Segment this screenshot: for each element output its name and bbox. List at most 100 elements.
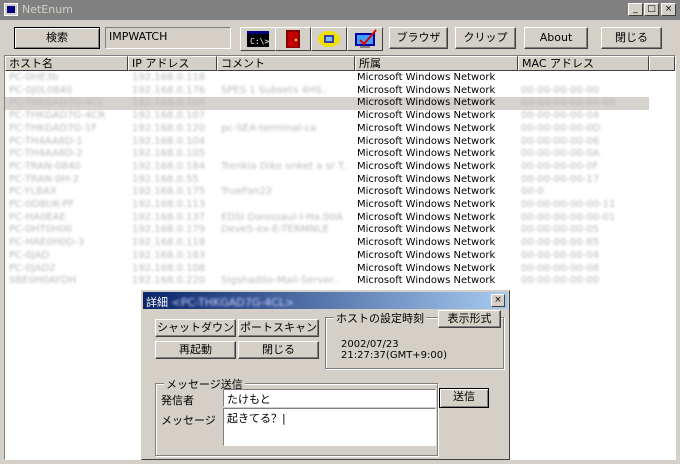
cell-ip: 192.168.0.220 bbox=[132, 275, 206, 287]
cell-ip: 192.168.0.183 bbox=[132, 249, 206, 261]
host-list-header: ホスト名 IP アドレス コメント 所属 MAC アドレス bbox=[5, 56, 675, 71]
cell-mac: 00-00-00-00-0F bbox=[521, 160, 599, 172]
dialog-title: 詳細 bbox=[146, 296, 168, 309]
table-row[interactable]: PC-0J0L0840 192.168.0.176 SPES 1 Subsets 4… bbox=[5, 85, 649, 98]
table-row[interactable]: PC-0JAD 192.168.0.183 Microsoft Windows Ne… bbox=[5, 250, 649, 263]
col-ip[interactable]: IP アドレス bbox=[128, 56, 217, 71]
send-button[interactable]: 送信 bbox=[439, 388, 489, 408]
col-spacer bbox=[649, 56, 675, 71]
dialog-titlebar: 詳細 <PC-THKGAD7G-4CL> × bbox=[143, 292, 508, 309]
cell-host: PC-0HT0H00 bbox=[9, 224, 73, 236]
cell-mac: 00-00-00-00-05 bbox=[521, 224, 600, 236]
browser-button[interactable]: ブラウザ bbox=[389, 27, 448, 49]
table-row[interactable]: PC-TRAN-0840 192.168.0.184 Trenkla Diko on… bbox=[5, 161, 649, 174]
message-label: メッセージ bbox=[161, 414, 216, 427]
table-row[interactable]: PC-HA0EAE 192.168.0.137 EDSI Danissaul-I-H… bbox=[5, 212, 649, 225]
cell-host: PC-TH4AA8D-1 bbox=[9, 135, 83, 147]
cell-host: PC-0JAD2 bbox=[9, 262, 56, 274]
host-time-legend: ホストの設定時刻 bbox=[334, 310, 426, 326]
cell-host: PC-HA0EAE bbox=[9, 211, 66, 223]
col-workgroup[interactable]: 所属 bbox=[355, 56, 518, 71]
portscan-button[interactable]: ポートスキャン bbox=[238, 319, 319, 337]
table-row[interactable]: PC-THKGAD7G-4CR 192.168.0.107 Microsoft Wi… bbox=[5, 110, 649, 123]
table-row[interactable]: PC-YLBAX 192.168.0.175 TrueFan22 Microsoft … bbox=[5, 186, 649, 199]
table-row[interactable]: PC-0JAD2 192.168.0.108 Microsoft Windows N… bbox=[5, 263, 649, 276]
cell-ip: 192.168.0.55 bbox=[132, 173, 199, 185]
cell-workgroup: Microsoft Windows Network bbox=[357, 275, 496, 287]
window-titlebar: NetEnum _ □ × bbox=[0, 0, 680, 20]
cell-workgroup: Microsoft Windows Network bbox=[357, 122, 496, 134]
cell-ip: 192.168.0.105 bbox=[132, 148, 206, 160]
cell-mac: 00-00-00-00-04 bbox=[521, 249, 600, 261]
cell-ip: 192.168.0.120 bbox=[132, 122, 206, 134]
table-row[interactable]: PC-HAE0H0D-3 192.168.0.118 Microsoft Windo… bbox=[5, 237, 649, 250]
maximize-button[interactable]: □ bbox=[644, 3, 659, 16]
cell-host: PC-THKGAD7G-4CL bbox=[9, 97, 104, 109]
shutdown-button[interactable]: シャットダウン bbox=[155, 319, 236, 337]
monitor-check-icon[interactable] bbox=[347, 27, 383, 51]
cell-host: PC-0HE3b bbox=[9, 72, 59, 83]
sender-input[interactable]: たけもと bbox=[223, 389, 436, 407]
table-row[interactable]: PC-TRAN-0H-2 192.168.0.55 Microsoft Window… bbox=[5, 174, 649, 187]
cmd-prompt-icon[interactable]: C:\> bbox=[240, 27, 276, 51]
cell-comment: EDSI Danissaul-I-Ha.00A bbox=[221, 211, 343, 223]
door-exit-icon[interactable] bbox=[275, 27, 311, 51]
cell-ip: 192.168.0.107 bbox=[132, 110, 206, 122]
display-format-button[interactable]: 表示形式 bbox=[438, 310, 501, 328]
cell-ip: 192.168.0.118 bbox=[132, 237, 206, 249]
cell-ip: 192.168.0.106 bbox=[132, 97, 206, 109]
cell-ip: 192.168.0.118 bbox=[132, 72, 206, 83]
minimize-button[interactable]: _ bbox=[628, 3, 643, 16]
table-row[interactable]: PC-THKGAD7G-4CL 192.168.0.106 Microsoft Wi… bbox=[5, 97, 649, 111]
cell-comment: SPES 1 Subsets 4HS.. bbox=[221, 84, 329, 96]
table-row[interactable]: PC-THKGAD7G-1F 192.168.0.120 pc-SEA-termin… bbox=[5, 123, 649, 136]
table-row[interactable]: PC-TH4AA8D-2 192.168.0.105 Microsoft Windo… bbox=[5, 148, 649, 161]
clip-button[interactable]: クリップ bbox=[455, 27, 516, 49]
cell-host: PC-TRAN-0H-2 bbox=[9, 173, 80, 185]
cell-workgroup: Microsoft Windows Network bbox=[357, 224, 496, 236]
network-share-icon[interactable] bbox=[311, 27, 347, 51]
cell-host: PC-THKGAD7G-4CR bbox=[9, 110, 106, 122]
close-button[interactable]: 閉じる bbox=[601, 27, 662, 49]
cell-workgroup: Microsoft Windows Network bbox=[357, 262, 496, 274]
cell-host: PC-TH4AA8D-2 bbox=[9, 148, 83, 160]
cell-workgroup: Microsoft Windows Network bbox=[357, 199, 496, 210]
about-button[interactable]: About bbox=[524, 27, 588, 49]
cell-workgroup: Microsoft Windows Network bbox=[357, 148, 496, 160]
table-row[interactable]: SBE0H0AYDH 192.168.0.220 Sigshadite-Mail-S… bbox=[5, 275, 649, 288]
cell-ip: 192.168.0.108 bbox=[132, 262, 206, 274]
cell-ip: 192.168.0.176 bbox=[132, 84, 206, 96]
dialog-close-icon[interactable]: × bbox=[491, 294, 505, 307]
reboot-button[interactable]: 再起動 bbox=[155, 341, 236, 359]
cell-mac: 00-00-00-00-00-01 bbox=[521, 211, 616, 223]
col-mac[interactable]: MAC アドレス bbox=[518, 56, 649, 71]
dialog-close-button[interactable]: 閉じる bbox=[238, 341, 319, 359]
cell-host: PC-0D8UK-PF bbox=[9, 199, 75, 210]
cell-workgroup: Microsoft Windows Network bbox=[357, 211, 496, 223]
message-input[interactable]: 起きてる？| bbox=[223, 408, 436, 446]
col-hostname[interactable]: ホスト名 bbox=[5, 56, 128, 71]
table-row[interactable]: PC-TH4AA8D-1 192.168.0.104 Microsoft Windo… bbox=[5, 136, 649, 149]
table-row[interactable]: PC-0HE3b 192.168.0.118 Microsoft Windows N… bbox=[5, 72, 649, 85]
table-row[interactable]: PC-0HT0H00 192.168.0.179 DeveS-ex-E-TERMNL… bbox=[5, 224, 649, 237]
cell-mac: 00-00-00-00-00-00 bbox=[521, 97, 616, 109]
cell-mac: 00-00-00-00-08 bbox=[521, 262, 600, 274]
cell-workgroup: Microsoft Windows Network bbox=[357, 84, 496, 96]
cell-comment: TrueFan22 bbox=[221, 186, 273, 198]
cell-mac: 00-0 bbox=[521, 186, 544, 198]
cell-mac: 00-00-00-00-00-11 bbox=[521, 199, 616, 210]
cell-workgroup: Microsoft Windows Network bbox=[357, 72, 496, 83]
col-comment[interactable]: コメント bbox=[217, 56, 355, 71]
app-icon bbox=[4, 3, 18, 16]
cell-mac: 00-00-00-00-17 bbox=[521, 173, 600, 185]
table-row[interactable]: PC-0D8UK-PF 192.168.0.113 Microsoft Window… bbox=[5, 199, 649, 212]
cell-mac: 00-00-00-00-04 bbox=[521, 110, 600, 122]
cell-host: SBE0H0AYDH bbox=[9, 275, 77, 287]
cell-workgroup: Microsoft Windows Network bbox=[357, 237, 496, 249]
cell-mac: 00-00-00-00-00 bbox=[521, 84, 600, 96]
workgroup-field[interactable]: IMPWATCH bbox=[105, 27, 231, 49]
close-window-button[interactable]: × bbox=[661, 3, 676, 16]
cell-host: PC-TRAN-0840 bbox=[9, 160, 81, 172]
cell-ip: 192.168.0.113 bbox=[132, 199, 206, 210]
search-button[interactable]: 検索 bbox=[14, 27, 100, 49]
